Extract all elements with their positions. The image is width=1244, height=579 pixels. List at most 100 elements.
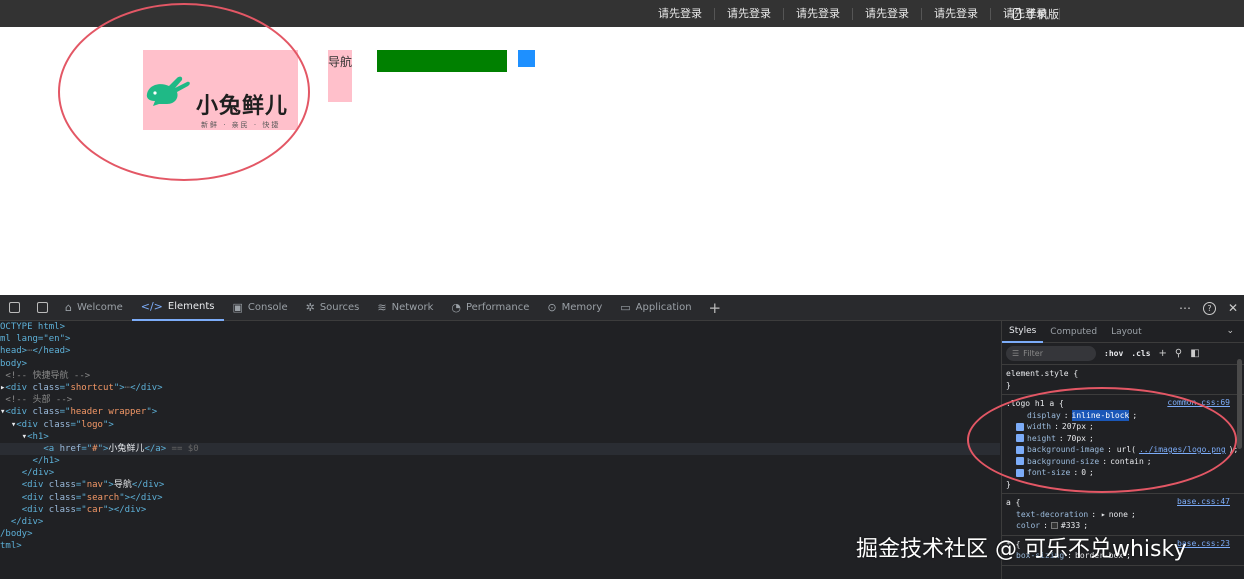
dom-line-html-close[interactable]: tml> — [0, 540, 1000, 552]
dom-line-h1-close[interactable]: </h1> — [0, 455, 1000, 467]
prop-color: color — [1016, 521, 1041, 530]
hov-button[interactable]: :hov — [1104, 349, 1123, 358]
val-text-decoration[interactable]: none — [1109, 509, 1128, 521]
nav-text: 导航 — [113, 480, 132, 491]
anchor-selected-marker: == $0 — [171, 443, 199, 454]
dom-line-header-close[interactable]: </div> — [0, 516, 1000, 528]
paint-brush-icon[interactable]: ⚲ — [1175, 348, 1182, 359]
styles-scrollbar[interactable] — [1237, 359, 1242, 449]
dom-line-logo-close[interactable]: </div> — [0, 467, 1000, 479]
element-style-selector[interactable]: element.style { — [1006, 368, 1240, 380]
decl-color[interactable]: color: #333; — [1006, 520, 1240, 532]
shortcut-links: 请先登录 请先登录 请先登录 请先登录 请先登录 请先登录 — [646, 0, 1060, 27]
tab-welcome[interactable]: ⌂ Welcome — [56, 295, 132, 321]
home-icon: ⌂ — [65, 301, 72, 314]
annotation-circle-logo — [58, 3, 310, 181]
car-box[interactable] — [518, 50, 535, 67]
comment-shortcut: <!-- 快捷导航 --> — [5, 370, 91, 381]
inspect-button[interactable] — [0, 295, 28, 321]
wifi-icon: ≋ — [377, 301, 387, 314]
body-close-text: /body> — [0, 529, 33, 540]
add-tab-icon[interactable]: + — [701, 299, 730, 317]
tab-performance[interactable]: ◔ Performance — [442, 295, 538, 321]
tab-memory[interactable]: ⊙ Memory — [538, 295, 611, 321]
html-close-text: tml> — [0, 541, 22, 552]
tab-memory-label: Memory — [561, 302, 603, 313]
nav-box[interactable]: 导航 — [328, 50, 352, 102]
body-text: body> — [0, 358, 28, 369]
search-class: search — [86, 492, 120, 503]
inspect-icon — [8, 302, 20, 313]
styles-tabs: Styles Computed Layout ⌄ — [1002, 321, 1244, 343]
chevron-down-icon[interactable]: ⌄ — [1226, 326, 1234, 336]
new-rule-icon[interactable]: + — [1159, 348, 1167, 359]
tab-elements-label: Elements — [167, 301, 215, 312]
login-link-2[interactable]: 请先登录 — [715, 7, 784, 20]
search-box[interactable] — [377, 50, 507, 72]
val-color[interactable]: #333 — [1061, 520, 1080, 532]
code-icon: </> — [140, 300, 163, 313]
device-toolbar-button[interactable] — [28, 295, 56, 321]
mobile-version-link[interactable]: 手机版 — [1013, 0, 1059, 27]
phone-icon — [1013, 7, 1021, 20]
styles-filter-input[interactable]: ☰ Filter — [1006, 346, 1096, 361]
watermark: 掘金技术社区 @ 可乐不兑whisky — [856, 537, 1187, 562]
anchor-text: 小兔鲜儿 — [108, 443, 145, 454]
chip-icon: ⊙ — [547, 301, 557, 314]
close-icon[interactable]: ✕ — [1228, 301, 1238, 315]
tab-styles[interactable]: Styles — [1002, 321, 1044, 343]
tab-sources[interactable]: ✲ Sources — [297, 295, 369, 321]
rule2-source-link[interactable]: base.css:47 — [1177, 497, 1230, 506]
dom-line-body[interactable]: body> — [0, 358, 1000, 370]
devtools-tabbar: ⌂ Welcome </> Elements ▣ Console ✲ Sourc… — [0, 295, 1244, 321]
dom-line-nav-div[interactable]: <div class="nav">导航</div> — [0, 479, 1000, 491]
dom-line-html[interactable]: ml lang="en"> — [0, 333, 1000, 345]
dom-line-logo-anchor-selected[interactable]: <a href="#">小兔鲜儿</a> == $0 — [0, 442, 1000, 456]
tab-sources-label: Sources — [319, 302, 360, 313]
annotation-circle-styles — [967, 387, 1237, 493]
more-options-icon[interactable]: ⋯ — [1179, 301, 1191, 315]
dom-line-logo-div[interactable]: ▾<div class="logo"> — [0, 419, 1000, 431]
tab-console-label: Console — [247, 302, 288, 313]
color-swatch[interactable] — [1050, 522, 1058, 530]
devtools-actions: ⋯ ? ✕ — [1179, 295, 1238, 321]
decl-text-decoration[interactable]: text-decoration: ▸ none; — [1006, 509, 1240, 521]
prop-text-decoration: text-decoration — [1016, 509, 1089, 519]
tab-elements[interactable]: </> Elements — [131, 295, 224, 321]
tab-network[interactable]: ≋ Network — [368, 295, 442, 321]
nav-class: nav — [86, 480, 103, 491]
dom-line-doctype[interactable]: OCTYPE html> — [0, 321, 1000, 333]
dom-line-search-div[interactable]: <div class="search"></div> — [0, 492, 1000, 504]
dom-line-body-close[interactable]: /body> — [0, 528, 1000, 540]
head-text: head> — [0, 346, 28, 357]
tab-welcome-label: Welcome — [76, 302, 123, 313]
nav-label: 导航 — [328, 55, 353, 69]
html-open-text: ml lang="en"> — [0, 334, 71, 345]
login-link-1[interactable]: 请先登录 — [646, 7, 715, 20]
filter-icon: ☰ — [1012, 349, 1020, 358]
console-icon: ▣ — [232, 301, 243, 314]
cls-button[interactable]: .cls — [1131, 349, 1150, 358]
tab-application[interactable]: ▭ Application — [611, 295, 700, 321]
login-link-4[interactable]: 请先登录 — [853, 7, 922, 20]
dom-line-shortcut-div[interactable]: ▸<div class="shortcut">⋯</div> — [0, 382, 1000, 394]
login-link-3[interactable]: 请先登录 — [784, 7, 853, 20]
mobile-version-label: 手机版 — [1026, 7, 1059, 21]
dom-line-comment-header[interactable]: <!-- 头部 --> — [0, 394, 1000, 406]
dom-line-comment-shortcut[interactable]: <!-- 快捷导航 --> — [0, 370, 1000, 382]
bug-icon: ✲ — [305, 301, 315, 314]
rule-anchor: base.css:47 a { text-decoration: ▸ none;… — [1002, 494, 1244, 536]
dom-line-h1[interactable]: ▾<h1> — [0, 431, 1000, 443]
dom-line-head[interactable]: head>⋯</head> — [0, 345, 1000, 357]
tab-computed[interactable]: Computed — [1043, 321, 1104, 343]
elements-dom-tree: OCTYPE html> ml lang="en"> head>⋯</head>… — [0, 321, 1000, 579]
window-icon: ▭ — [620, 301, 631, 314]
tab-layout[interactable]: Layout — [1104, 321, 1149, 343]
sidebar-toggle-icon[interactable]: ◧ — [1190, 348, 1199, 359]
tab-console[interactable]: ▣ Console — [224, 295, 297, 321]
dom-line-car-div[interactable]: <div class="car"></div> — [0, 504, 1000, 516]
tab-application-label: Application — [635, 302, 692, 313]
dom-line-header-div[interactable]: ▾<div class="header wrapper"> — [0, 406, 1000, 418]
help-icon[interactable]: ? — [1202, 301, 1216, 315]
login-link-5[interactable]: 请先登录 — [922, 7, 991, 20]
